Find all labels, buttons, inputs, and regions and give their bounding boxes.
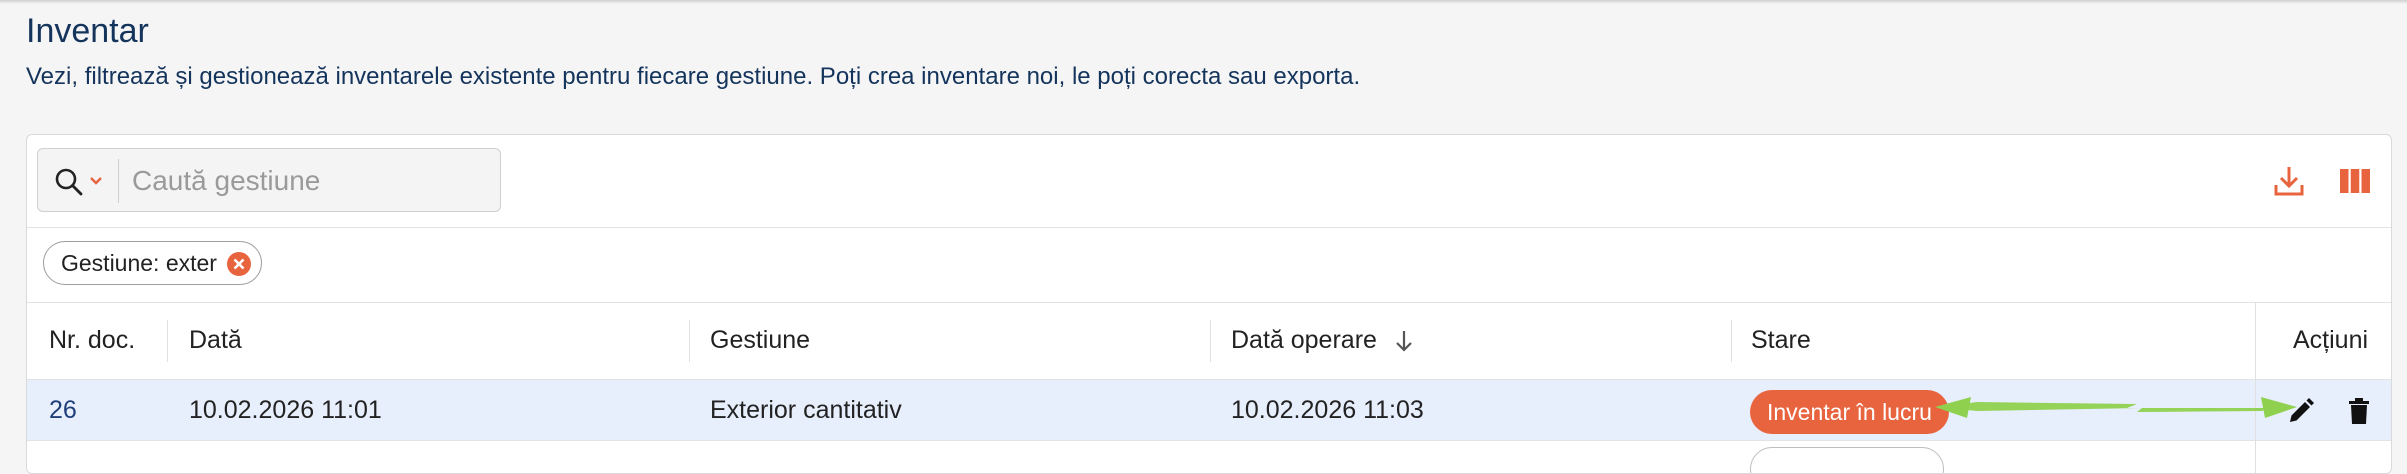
search-box[interactable] — [37, 148, 501, 212]
cell-data-operare: 10.02.2026 11:03 — [1231, 396, 1424, 424]
table-row[interactable] — [27, 441, 2391, 473]
cell-nr-doc[interactable]: 26 — [49, 380, 77, 440]
column-header-data-operare-label: Dată operare — [1231, 326, 1377, 354]
actions-column-divider — [2255, 302, 2256, 473]
trash-icon[interactable] — [2344, 396, 2374, 426]
edit-icon[interactable] — [2286, 396, 2316, 426]
column-divider — [167, 320, 168, 362]
search-input[interactable] — [132, 159, 482, 203]
column-header-nr-doc[interactable]: Nr. doc. — [49, 302, 135, 379]
column-divider — [689, 320, 690, 362]
column-divider — [1210, 320, 1211, 362]
close-circle-icon[interactable] — [226, 251, 252, 277]
column-header-actiuni: Acțiuni — [2293, 326, 2369, 354]
columns-icon[interactable] — [2337, 163, 2373, 199]
column-header-gestiune[interactable]: Gestiune — [710, 302, 810, 379]
table-toolbar — [27, 135, 2391, 228]
search-icon[interactable] — [54, 167, 84, 197]
status-badge-outline — [1750, 447, 1944, 473]
inventory-panel: Gestiune: exter Nr. doc. Dată Gestiune D… — [26, 134, 2392, 474]
column-header-data[interactable]: Dată — [189, 302, 242, 379]
page-description: Vezi, filtrează și gestionează inventare… — [26, 63, 1361, 90]
table-header: Nr. doc. Dată Gestiune Dată operare Star… — [27, 302, 2391, 380]
cell-gestiune: Exterior cantitativ — [710, 396, 902, 424]
active-filters-bar — [27, 227, 2391, 303]
column-header-data-operare[interactable]: Dată operare — [1231, 302, 1412, 379]
cell-data: 10.02.2026 11:01 — [189, 396, 382, 424]
arrow-down-icon[interactable] — [1393, 329, 1415, 353]
column-header-stare[interactable]: Stare — [1751, 302, 1811, 379]
download-icon[interactable] — [2271, 163, 2307, 199]
chevron-down-icon[interactable] — [89, 176, 103, 186]
column-divider — [1731, 320, 1732, 362]
filter-chip[interactable]: Gestiune: exter — [43, 241, 262, 285]
search-divider — [118, 159, 119, 203]
table-row[interactable]: 26 10.02.2026 11:01 Exterior cantitativ … — [27, 380, 2391, 441]
status-badge: Inventar în lucru — [1750, 390, 1949, 434]
page-title: Inventar — [26, 12, 149, 50]
filter-chip-label: Gestiune: exter — [61, 250, 217, 276]
top-shadow — [0, 0, 2407, 4]
